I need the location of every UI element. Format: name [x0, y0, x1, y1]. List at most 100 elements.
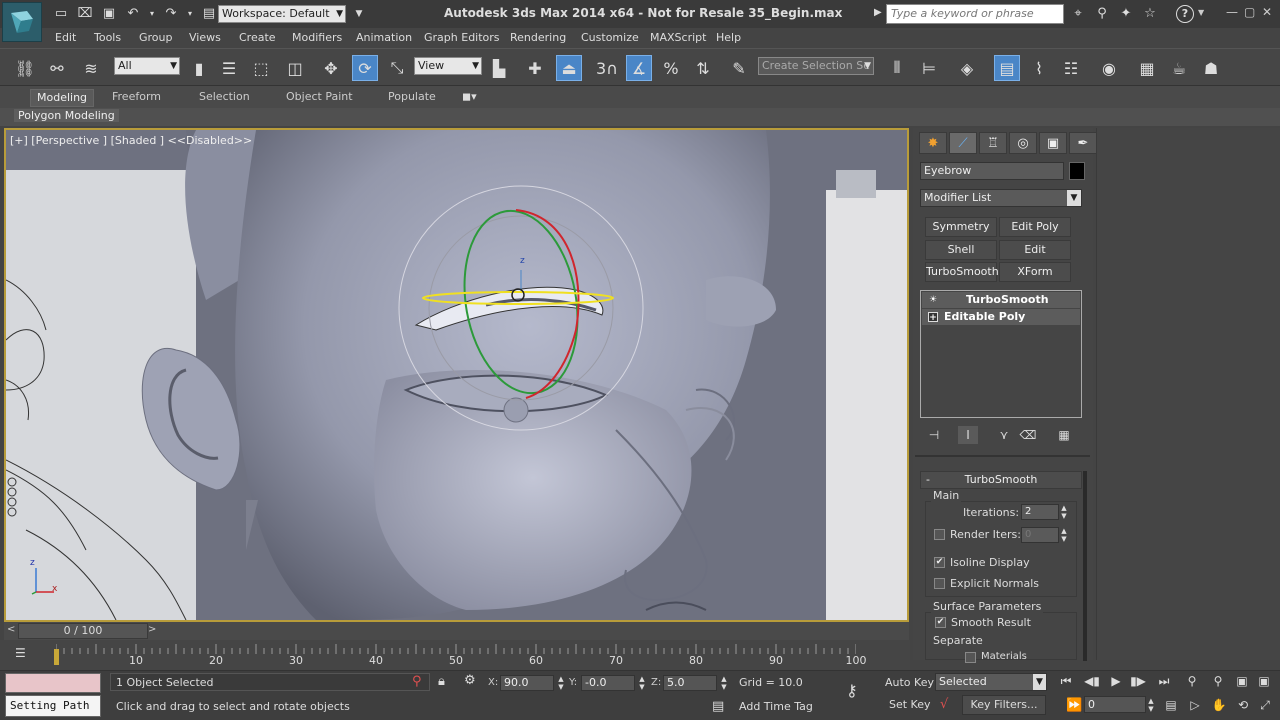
y-coordinate-field[interactable]: -0.0 — [581, 675, 635, 691]
xform-button[interactable]: XForm — [999, 262, 1071, 282]
redo-dropdown-icon[interactable]: ▾ — [186, 5, 194, 21]
edit-poly-button[interactable]: Edit Poly — [999, 217, 1071, 237]
auto-key-button[interactable]: Auto Key — [885, 676, 934, 689]
save-file-icon[interactable]: ▣ — [100, 5, 118, 21]
reference-coordinate-select[interactable]: View ▼ — [414, 57, 482, 75]
create-tab-icon[interactable]: ✸ — [919, 132, 947, 154]
isoline-display-checkbox[interactable]: ✔ — [934, 557, 945, 568]
transform-type-in-icon[interactable]: ⚙ — [464, 673, 476, 688]
zoom-extents-icon[interactable]: ▣ — [1232, 674, 1252, 690]
named-selection-input[interactable]: Create Selection Se ▼ — [758, 57, 874, 75]
tab-modeling[interactable]: Modeling — [30, 89, 95, 107]
graphite-toolset-icon[interactable]: ▤ — [994, 55, 1020, 81]
layer-manager-icon[interactable]: ◈ — [954, 55, 980, 81]
go-to-start-icon[interactable]: ⏮ — [1056, 674, 1076, 690]
edit-normals-button[interactable]: Edit Normals — [999, 240, 1071, 274]
snaps-toggle-icon[interactable]: 3 ∩ — [594, 55, 620, 81]
select-and-scale-icon[interactable]: ⤡ — [384, 55, 410, 81]
render-iters-spinner[interactable]: 0 — [1021, 527, 1059, 543]
select-and-rotate-icon[interactable]: ⟳ — [352, 55, 378, 81]
menu-edit[interactable]: Edit — [55, 31, 76, 44]
add-time-tag-button[interactable]: Add Time Tag — [739, 700, 813, 713]
plus-icon[interactable]: + — [928, 312, 938, 323]
key-mode-select[interactable]: Selected ▼ — [935, 673, 1047, 691]
select-and-link-icon[interactable]: ⛓ — [12, 55, 38, 81]
remove-modifier-icon[interactable]: ⌫ — [1018, 426, 1038, 444]
field-of-view-icon[interactable]: ▷ — [1186, 698, 1204, 714]
schematic-view-icon[interactable]: ☷ — [1058, 55, 1084, 81]
maxscript-listener-output[interactable] — [5, 673, 101, 693]
menu-group[interactable]: Group — [139, 31, 173, 44]
curve-editor-icon[interactable]: ⌇ — [1026, 55, 1052, 81]
app-menu-button[interactable] — [2, 2, 42, 42]
menu-graph-editors[interactable]: Graph Editors — [424, 31, 500, 44]
render-iters-checkbox[interactable] — [934, 529, 945, 540]
object-name-field[interactable]: Eyebrow — [920, 162, 1064, 180]
menu-modifiers[interactable]: Modifiers — [292, 31, 342, 44]
next-frame-icon[interactable]: ▮▶ — [1128, 674, 1148, 690]
time-slider-prev[interactable]: < — [7, 624, 15, 635]
minimize-icon[interactable]: — — [1226, 5, 1238, 19]
shell-button[interactable]: Shell — [925, 240, 997, 260]
viewport-label[interactable]: [+] [Perspective ] [Shaded ] <<Disabled>… — [10, 134, 252, 147]
tab-freeform[interactable]: Freeform — [106, 89, 167, 107]
search-input[interactable]: Type a keyword or phrase — [886, 4, 1064, 24]
modifier-list-select[interactable]: Modifier List ▼ — [920, 189, 1082, 207]
menu-help[interactable]: Help — [716, 31, 741, 44]
menu-maxscript[interactable]: MAXScript — [650, 31, 706, 44]
maxscript-mini-listener[interactable]: Setting Path — [5, 695, 101, 717]
select-object-icon[interactable]: ▮ — [186, 55, 212, 81]
spinner-snap-icon[interactable]: ⇅ — [690, 55, 716, 81]
open-file-icon[interactable]: ⌧ — [76, 5, 94, 21]
qa-toolbar-dropdown-icon[interactable]: ▼ — [350, 6, 368, 22]
key-mode-toggle-icon[interactable]: ⏩ — [1066, 698, 1082, 713]
playhead[interactable] — [54, 649, 59, 665]
zoom-viewport-icon[interactable]: ⚲ — [1182, 674, 1202, 690]
menu-rendering[interactable]: Rendering — [510, 31, 566, 44]
menu-views[interactable]: Views — [189, 31, 221, 44]
modify-tab-icon[interactable]: ⟋ — [949, 132, 977, 154]
rectangular-selection-icon[interactable]: ⬚ — [248, 55, 274, 81]
time-slider-handle[interactable]: 0 / 100 — [18, 623, 148, 639]
time-configuration-icon[interactable]: ▤ — [1162, 698, 1180, 714]
percent-snap-icon[interactable]: % — [658, 55, 684, 81]
utilities-tab-icon[interactable]: ✒ — [1069, 132, 1097, 154]
mini-curve-editor-icon[interactable]: ☰ — [15, 646, 35, 662]
rendered-frame-window-icon[interactable]: ☕ — [1166, 55, 1192, 81]
lock-selection-icon[interactable]: 🔒︎ — [438, 674, 445, 689]
z-coordinate-field[interactable]: 5.0 — [663, 675, 717, 691]
menu-create[interactable]: Create — [239, 31, 276, 44]
tab-object-paint[interactable]: Object Paint — [280, 89, 359, 107]
binoculars-icon[interactable]: ⌖ — [1070, 5, 1086, 21]
orbit-icon[interactable]: ⟲ — [1234, 698, 1252, 714]
play-icon[interactable]: ▶ — [1106, 674, 1126, 690]
default-tangent-icon[interactable]: √ — [940, 697, 948, 712]
maximize-viewport-icon[interactable]: ⤢ — [1256, 698, 1274, 714]
menu-tools[interactable]: Tools — [94, 31, 121, 44]
render-setup-icon[interactable]: ▦ — [1134, 55, 1160, 81]
pivot-center-icon[interactable]: ▙ — [486, 55, 512, 81]
redo-icon[interactable]: ↷ — [162, 5, 180, 21]
show-end-result-icon[interactable]: Ⅰ — [958, 426, 978, 444]
make-unique-icon[interactable]: ⋎ — [994, 426, 1014, 444]
menu-customize[interactable]: Customize — [581, 31, 639, 44]
select-and-move-icon[interactable]: ✥ — [318, 55, 344, 81]
help-icon[interactable]: ? — [1176, 5, 1194, 23]
key-icon[interactable]: ⚷ — [846, 681, 858, 700]
go-to-end-icon[interactable]: ⏭ — [1154, 674, 1174, 690]
selection-filter-select[interactable]: All ▼ — [114, 57, 180, 75]
set-key-button[interactable]: Set Key — [889, 698, 931, 711]
time-slider[interactable]: < 0 / 100 > — [4, 622, 909, 640]
command-panel-scrollbar[interactable] — [1083, 471, 1087, 661]
materials-checkbox[interactable] — [965, 652, 976, 663]
help-dropdown-icon[interactable]: ▼ — [1198, 8, 1204, 17]
turbosmooth-rollout-header[interactable]: - TurboSmooth — [920, 471, 1082, 489]
render-production-icon[interactable]: ☗ — [1198, 55, 1224, 81]
material-editor-icon[interactable]: ◉ — [1096, 55, 1122, 81]
zoom-extents-all-icon[interactable]: ▣ — [1254, 674, 1274, 690]
bulb-icon[interactable]: ☀ — [928, 295, 938, 305]
edit-named-selection-icon[interactable]: ✎ — [726, 55, 752, 81]
polygon-modeling-panel[interactable]: Polygon Modeling — [14, 109, 119, 122]
configure-modifier-sets-icon[interactable]: ▦ — [1054, 426, 1074, 444]
workspace-select[interactable]: Workspace: Default ▼ — [218, 5, 346, 23]
